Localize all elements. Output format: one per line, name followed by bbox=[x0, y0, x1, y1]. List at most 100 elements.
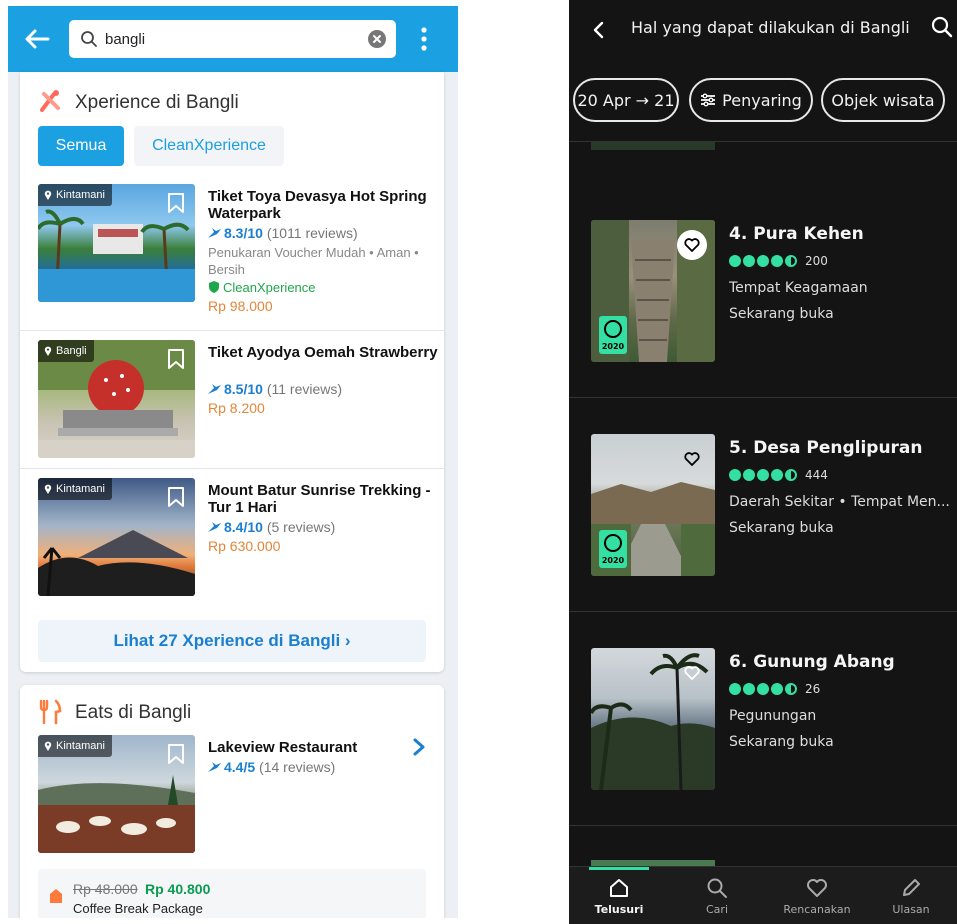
eats-item[interactable]: Kintamani Lakeview Restaurant 4.4/5 (14 … bbox=[20, 735, 444, 861]
screenshot-composite: Xperience di Bangli Semua CleanXperience bbox=[0, 0, 957, 924]
save-heart-button[interactable] bbox=[677, 658, 707, 688]
ayodya-strawberry-thumbnail: Bangli bbox=[38, 340, 195, 458]
attraction-name[interactable]: 6. Gunung Abang bbox=[729, 652, 895, 672]
item-price: Rp 630.000 bbox=[208, 538, 281, 554]
location-badge: Kintamani bbox=[38, 735, 112, 757]
item-price: Rp 98.000 bbox=[208, 298, 273, 314]
rating-bubble-full bbox=[757, 255, 769, 267]
see-all-xperience-button[interactable]: Lihat 27 Xperience di Bangli › bbox=[38, 620, 426, 662]
tab-telusuri[interactable]: Telusuri bbox=[579, 873, 659, 923]
rating-bubble-half bbox=[785, 683, 797, 695]
back-chevron-icon[interactable] bbox=[591, 20, 605, 40]
traveloka-search-screen: Xperience di Bangli Semua CleanXperience bbox=[8, 6, 458, 918]
date-filter-pill[interactable]: 20 Apr → 21 bbox=[573, 78, 679, 122]
open-status: Sekarang buka bbox=[729, 520, 834, 536]
attraction-name[interactable]: 5. Desa Penglipuran bbox=[729, 438, 923, 458]
chevron-right-icon[interactable] bbox=[412, 737, 426, 757]
item-title[interactable]: Mount Batur Sunrise Trekking - Tur 1 Har… bbox=[208, 482, 438, 516]
rating-bubble-full bbox=[771, 469, 783, 481]
bookmark-icon[interactable] bbox=[167, 486, 185, 508]
xperience-icon bbox=[40, 90, 60, 112]
promo-package[interactable]: Rp 48.000 Rp 40.800 Coffee Break Package bbox=[38, 869, 426, 918]
heart-icon bbox=[684, 452, 700, 466]
tab-rencanakan[interactable]: Rencanakan bbox=[777, 873, 857, 923]
old-price: Rp 48.000 bbox=[73, 881, 138, 897]
rating-bubble-full bbox=[743, 255, 755, 267]
location-pin-icon bbox=[44, 190, 52, 200]
item-title[interactable]: Tiket Ayodya Oemah Strawberry bbox=[208, 344, 438, 361]
bookmark-icon[interactable] bbox=[167, 743, 185, 765]
review-count: 200 bbox=[805, 254, 828, 268]
tab-label: Rencanakan bbox=[783, 903, 851, 916]
attraction-category: Daerah Sekitar • Tempat Men... bbox=[729, 494, 949, 510]
search-input[interactable] bbox=[105, 20, 355, 58]
rating-bird-icon bbox=[208, 762, 221, 772]
location-label: Kintamani bbox=[56, 740, 105, 752]
cleanxperience-label: CleanXperience bbox=[208, 280, 316, 295]
attraction-type-pill[interactable]: Objek wisata bbox=[821, 78, 945, 122]
rating-bubble-full bbox=[729, 255, 741, 267]
item-title[interactable]: Lakeview Restaurant bbox=[208, 739, 438, 756]
attraction-item[interactable]: 2020 5. Desa Penglipuran 444 Daerah Seki… bbox=[569, 398, 957, 612]
heart-icon bbox=[807, 879, 827, 897]
travelers-choice-badge: 2020 bbox=[599, 530, 627, 568]
active-tab-indicator bbox=[589, 867, 649, 870]
location-badge: Bangli bbox=[38, 340, 94, 362]
chip-semua[interactable]: Semua bbox=[38, 126, 124, 166]
lakeview-thumbnail: Kintamani bbox=[38, 735, 195, 853]
location-pin-icon bbox=[44, 741, 52, 751]
pencil-icon bbox=[903, 879, 920, 896]
tab-ulasan[interactable]: Ulasan bbox=[871, 873, 951, 923]
more-options-icon[interactable] bbox=[420, 26, 428, 52]
toya-devasya-thumbnail: Kintamani bbox=[38, 184, 195, 302]
attraction-item[interactable]: 6. Gunung Abang 26 Pegunungan Sekarang b… bbox=[569, 612, 957, 826]
review-count: (11 reviews) bbox=[266, 381, 343, 397]
item-title[interactable]: Tiket Toya Devasya Hot Spring Waterpark bbox=[208, 188, 438, 222]
xperience-item[interactable]: Kintamani Tiket Toya Devasya Hot Spring … bbox=[20, 178, 444, 328]
save-heart-button[interactable] bbox=[677, 230, 707, 260]
review-count: (5 reviews) bbox=[266, 519, 336, 535]
search-icon bbox=[81, 31, 97, 47]
package-name: Coffee Break Package bbox=[73, 901, 203, 916]
bookmark-icon[interactable] bbox=[167, 348, 185, 370]
review-count: (14 reviews) bbox=[259, 759, 336, 775]
chip-cleanxperience[interactable]: CleanXperience bbox=[134, 126, 284, 166]
open-status: Sekarang buka bbox=[729, 734, 834, 750]
award-year: 2020 bbox=[601, 342, 625, 351]
clear-search-icon[interactable] bbox=[368, 30, 386, 48]
review-count: (1011 reviews) bbox=[266, 225, 358, 241]
save-heart-button[interactable] bbox=[677, 444, 707, 474]
location-badge: Kintamani bbox=[38, 184, 112, 206]
search-icon[interactable] bbox=[931, 16, 953, 38]
tripadvisor-things-to-do-screen: Hal yang dapat dilakukan di Bangli 20 Ap… bbox=[569, 0, 957, 924]
tab-cari[interactable]: Cari bbox=[677, 873, 757, 923]
eats-section: Eats di Bangli Kintamani Lakeview Restau… bbox=[20, 685, 444, 918]
rating-value: 8.4/10 bbox=[224, 519, 263, 535]
attraction-item[interactable]: 2020 4. Pura Kehen 200 Tempat Keagamaan … bbox=[569, 184, 957, 398]
rating-bubble-full bbox=[729, 469, 741, 481]
rating-bubble-full bbox=[743, 469, 755, 481]
bookmark-icon[interactable] bbox=[167, 192, 185, 214]
xperience-item[interactable]: Bangli Tiket Ayodya Oemah Strawberry 8.5… bbox=[20, 334, 444, 466]
attraction-name[interactable]: 4. Pura Kehen bbox=[729, 224, 864, 244]
award-year: 2020 bbox=[601, 556, 625, 565]
open-status: Sekarang buka bbox=[729, 306, 834, 322]
divider bbox=[20, 468, 444, 469]
rating-bubble-full bbox=[729, 683, 741, 695]
discount-price: Rp 40.800 bbox=[145, 881, 211, 897]
search-box[interactable] bbox=[69, 20, 396, 58]
search-icon bbox=[707, 878, 727, 898]
rating-bird-icon bbox=[208, 228, 221, 238]
desa-penglipuran-thumbnail: 2020 bbox=[591, 434, 715, 576]
penyaring-filter-pill[interactable]: Penyaring bbox=[689, 78, 813, 122]
xperience-item[interactable]: Kintamani Mount Batur Sunrise Trekking -… bbox=[20, 472, 444, 604]
owl-ring-icon bbox=[604, 534, 622, 552]
page-title: Hal yang dapat dilakukan di Bangli bbox=[631, 18, 910, 37]
things-to-do-header: Hal yang dapat dilakukan di Bangli 20 Ap… bbox=[569, 0, 957, 142]
location-label: Kintamani bbox=[56, 483, 105, 495]
fork-knife-icon bbox=[39, 699, 62, 725]
clean-shield-icon bbox=[209, 281, 219, 293]
gunung-abang-thumbnail bbox=[591, 648, 715, 790]
back-arrow-icon[interactable] bbox=[22, 24, 52, 54]
item-price: Rp 8.200 bbox=[208, 400, 265, 416]
